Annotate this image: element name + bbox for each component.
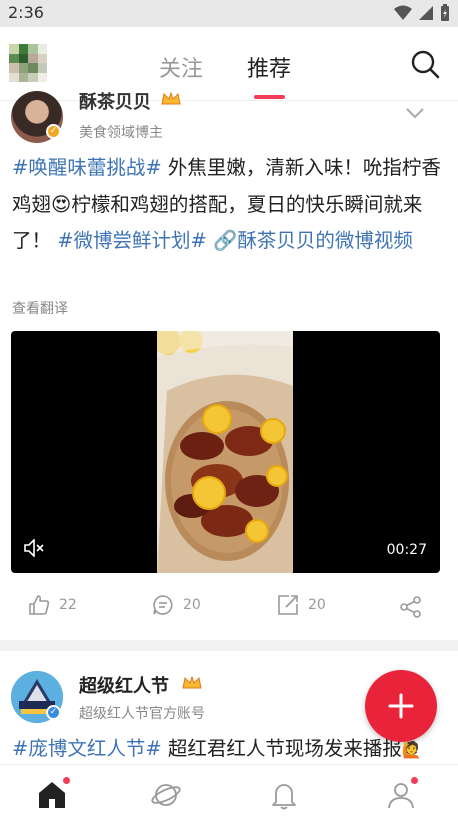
crown-icon — [161, 92, 181, 105]
repost-icon — [278, 595, 298, 615]
active-tab-indicator — [254, 95, 285, 99]
author-name[interactable]: 酥茶贝贝 — [79, 88, 151, 114]
video-thumbnail — [157, 331, 293, 573]
video-link[interactable]: 🔗酥茶贝贝的微博视频 — [207, 229, 413, 252]
battery-icon — [441, 4, 449, 21]
bottom-nav — [0, 764, 458, 820]
notification-dot — [63, 777, 70, 784]
verified-badge-icon: ✓ — [46, 705, 61, 720]
thumbs-up-icon — [29, 595, 50, 615]
chevron-down-icon[interactable] — [405, 107, 425, 119]
bell-icon[interactable] — [268, 779, 300, 811]
compose-button[interactable] — [365, 670, 437, 742]
post-text: #唤醒味蕾挑战# 外焦里嫩，清新入味！吮指柠香鸡翅😍柠檬和鸡翅的搭配，夏日的快乐… — [12, 150, 444, 260]
tab-recommend[interactable]: 推荐 — [247, 51, 291, 83]
food-image — [157, 331, 293, 573]
crown-icon — [182, 676, 202, 689]
search-icon[interactable] — [410, 49, 440, 79]
discover-planet-icon[interactable] — [150, 779, 182, 811]
notification-dot — [411, 777, 418, 784]
signal-icon — [419, 6, 433, 20]
wifi-icon — [394, 5, 412, 20]
top-nav: 关注 推荐 — [0, 27, 458, 101]
comment-count: 20 — [183, 597, 201, 613]
video-duration: 00:27 — [386, 542, 427, 558]
post-actions: 22 20 20 — [0, 590, 458, 624]
repost-button[interactable]: 20 — [277, 594, 326, 616]
emoji: 🙋 — [401, 740, 422, 759]
video-player[interactable]: 00:27 — [11, 331, 440, 573]
status-bar: 2:36 — [0, 0, 458, 27]
share-icon[interactable] — [400, 596, 422, 618]
user-avatar-button[interactable] — [9, 44, 47, 82]
status-icons — [394, 4, 450, 22]
comment-icon — [153, 595, 173, 615]
tab-follow[interactable]: 关注 — [159, 51, 203, 83]
status-time: 2:36 — [8, 3, 44, 22]
author-subtitle: 美食领域博主 — [79, 125, 163, 141]
verified-badge-icon: ✓ — [46, 124, 61, 139]
hashtag-link[interactable]: #微博尝鲜计划# — [57, 229, 207, 252]
like-count: 22 — [59, 597, 77, 613]
plus-icon — [388, 693, 414, 719]
like-button[interactable]: 22 — [28, 594, 77, 616]
hashtag-link[interactable]: #庞博文红人节# — [12, 737, 162, 760]
translate-link[interactable]: 查看翻译 — [12, 298, 68, 318]
author-subtitle: 超级红人节官方账号 — [79, 706, 205, 722]
mute-icon[interactable] — [23, 539, 45, 557]
comment-button[interactable]: 20 — [152, 594, 201, 616]
feed-divider — [0, 640, 458, 651]
emoji: 😍 — [51, 192, 72, 216]
hashtag-link[interactable]: #唤醒味蕾挑战# — [12, 156, 162, 179]
repost-count: 20 — [308, 597, 326, 613]
author-name[interactable]: 超级红人节 — [79, 672, 169, 698]
home-icon[interactable] — [36, 779, 68, 811]
profile-icon[interactable] — [385, 779, 417, 811]
